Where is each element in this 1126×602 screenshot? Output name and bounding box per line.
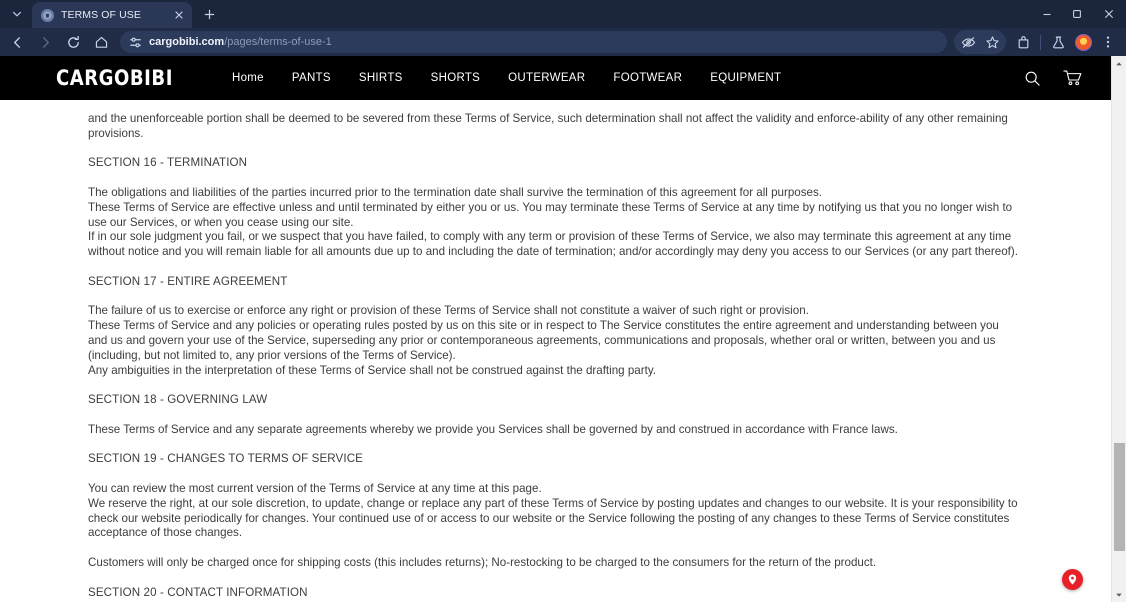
paragraph: If in our sole judgment you fail, or we … (88, 230, 1018, 259)
forward-button[interactable] (32, 30, 58, 54)
scroll-up-button[interactable] (1112, 56, 1126, 71)
cart-button[interactable] (1063, 69, 1083, 87)
scrollbar-thumb[interactable] (1113, 442, 1125, 551)
intro-paragraph: and the unenforceable portion shall be d… (88, 112, 1008, 140)
close-icon (174, 11, 183, 19)
paragraph: The failure of us to exercise or enforce… (88, 304, 809, 318)
sliders-icon (129, 37, 141, 47)
paragraph: Customers will only be charged once for … (88, 555, 877, 569)
url-path: /pages/terms-of-use-1 (224, 36, 332, 48)
site-navigation: Home PANTS SHIRTS SHORTS OUTERWEAR FOOTW… (218, 72, 1024, 84)
section-heading-17: SECTION 17 - ENTIRE AGREEMENT (88, 274, 288, 288)
bookmark-button[interactable] (980, 30, 1004, 54)
location-pin-icon (1068, 574, 1077, 585)
nav-item-footwear[interactable]: FOOTWEAR (599, 72, 696, 84)
tab-search-button[interactable] (4, 2, 30, 26)
scrollbar-track[interactable] (1112, 71, 1126, 587)
close-icon (1105, 10, 1113, 18)
site-logo[interactable]: CARGOBIBI (56, 66, 173, 90)
tab-close-button[interactable] (171, 8, 186, 23)
nav-item-shorts[interactable]: SHORTS (417, 72, 495, 84)
section-heading-16: SECTION 16 - TERMINATION (88, 156, 248, 170)
flask-icon (1052, 36, 1064, 48)
paragraph: These Terms of Service and any policies … (88, 319, 999, 362)
search-button[interactable] (1024, 70, 1041, 87)
maximize-icon (1073, 10, 1081, 18)
back-arrow-icon (13, 36, 20, 48)
omnibox-action-pill (954, 30, 1006, 54)
nav-item-outerwear[interactable]: OUTERWEAR (494, 72, 599, 84)
nav-item-shirts[interactable]: SHIRTS (345, 72, 417, 84)
page-viewport: CARGOBIBI Home PANTS SHIRTS SHORTS OUTER… (0, 56, 1126, 602)
paragraph: These Terms of Service are effective unl… (88, 200, 1013, 229)
extensions-button[interactable] (1011, 30, 1035, 54)
floating-widget-button[interactable] (1062, 569, 1083, 590)
star-icon (985, 35, 999, 48)
paragraph: We reserve the right, at our sole discre… (88, 496, 1018, 540)
page-info-icon[interactable] (128, 35, 142, 49)
reload-button[interactable] (60, 30, 86, 54)
browser-window: TERMS OF USE cargobibi.com/pages/terms-o… (0, 0, 1126, 602)
nav-item-pants[interactable]: PANTS (278, 72, 345, 84)
chevron-down-icon (12, 11, 22, 17)
site-header-actions (1024, 69, 1083, 87)
scroll-down-button[interactable] (1112, 587, 1126, 602)
home-icon (95, 36, 107, 48)
extensions-icon (1018, 35, 1028, 48)
lab-button[interactable] (1046, 30, 1070, 54)
shopify-bag-icon (43, 10, 52, 20)
page-scrollbar[interactable] (1111, 56, 1126, 602)
eye-off-icon (961, 36, 975, 48)
nav-item-home[interactable]: Home (218, 72, 278, 84)
window-controls (1032, 0, 1126, 28)
tab-favicon-icon (41, 8, 54, 22)
window-maximize-button[interactable] (1062, 0, 1092, 28)
toolbar-divider (1040, 34, 1041, 50)
site-header: CARGOBIBI Home PANTS SHIRTS SHORTS OUTER… (0, 56, 1111, 100)
home-button[interactable] (88, 30, 114, 54)
url-domain: cargobibi.com (149, 36, 225, 48)
paragraph: These Terms of Service and any separate … (88, 422, 898, 436)
window-minimize-button[interactable] (1032, 0, 1062, 28)
scroll-up-arrow-icon (1116, 61, 1122, 65)
shopping-cart-icon (1063, 70, 1082, 86)
window-close-button[interactable] (1092, 0, 1126, 28)
section-heading-19: SECTION 19 - CHANGES TO TERMS OF SERVICE (88, 452, 364, 466)
section-heading-18: SECTION 18 - GOVERNING LAW (88, 393, 268, 407)
scroll-down-arrow-icon (1116, 593, 1122, 597)
browser-tab[interactable]: TERMS OF USE (32, 2, 192, 28)
paragraph: The obligations and liabilities of the p… (88, 185, 823, 199)
browser-toolbar: cargobibi.com/pages/terms-of-use-1 (0, 28, 1126, 56)
address-bar-text: cargobibi.com/pages/terms-of-use-1 (149, 36, 332, 48)
search-icon (1025, 71, 1040, 86)
terms-of-service-content: and the unenforceable portion shall be d… (0, 100, 1111, 602)
profile-avatar-icon (1074, 33, 1092, 51)
plus-icon (204, 9, 214, 19)
nav-item-equipment[interactable]: EQUIPMENT (696, 72, 795, 84)
three-dots-menu-icon (1106, 36, 1110, 48)
minimize-icon (1043, 13, 1051, 16)
back-button[interactable] (4, 30, 30, 54)
paragraph: Any ambiguities in the interpretation of… (88, 363, 656, 377)
tracking-protection-button[interactable] (956, 30, 980, 54)
forward-arrow-icon (42, 36, 49, 48)
section-heading-20: SECTION 20 - CONTACT INFORMATION (88, 585, 308, 599)
web-page: CARGOBIBI Home PANTS SHIRTS SHORTS OUTER… (0, 56, 1111, 602)
address-bar[interactable]: cargobibi.com/pages/terms-of-use-1 (120, 31, 947, 53)
new-tab-button[interactable] (197, 2, 221, 26)
tab-strip: TERMS OF USE (0, 0, 1126, 28)
browser-menu-button[interactable] (1096, 30, 1120, 54)
profile-button[interactable] (1071, 30, 1095, 54)
tab-title: TERMS OF USE (61, 9, 141, 21)
reload-icon (67, 35, 79, 48)
toolbar-actions (954, 30, 1120, 54)
paragraph: You can review the most current version … (88, 481, 542, 495)
